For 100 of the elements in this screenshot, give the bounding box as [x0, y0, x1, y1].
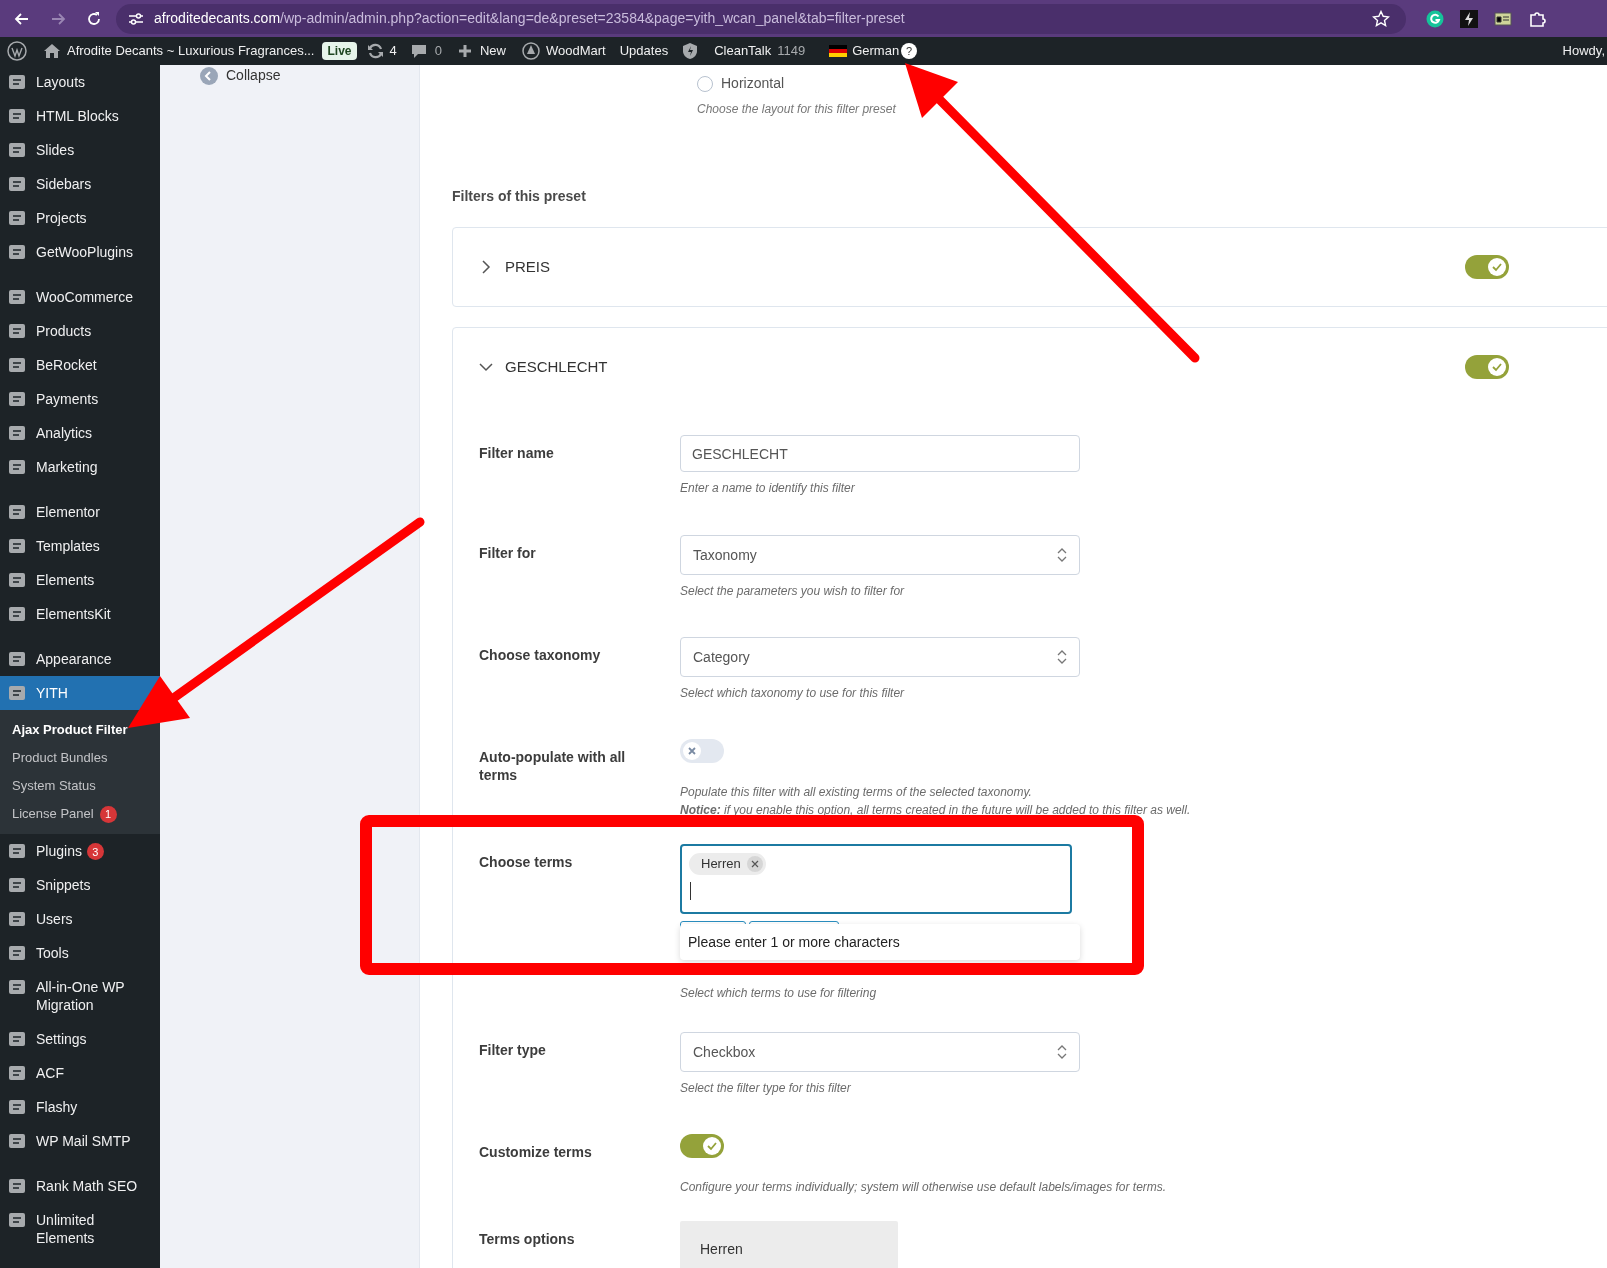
refresh-icon[interactable] [366, 43, 384, 59]
sidebar-item[interactable]: Rank Math SEO [0, 1169, 160, 1203]
site-name-link[interactable]: Afrodite Decants ~ Luxurious Fragrances... [67, 41, 315, 61]
sidebar-item[interactable]: Projects [0, 201, 160, 235]
forward-icon[interactable] [50, 10, 66, 27]
sidebar-item[interactable]: Flashy [0, 1090, 160, 1124]
sidebar-item[interactable]: Users [0, 902, 160, 936]
comment-icon[interactable] [410, 43, 427, 59]
sidebar-item[interactable]: Products [0, 314, 160, 348]
sidebar-item[interactable]: Marketing [0, 450, 160, 484]
toggle-switch[interactable] [680, 1134, 724, 1158]
field-label: Auto-populate with all terms [479, 748, 627, 784]
menu-item-icon [8, 605, 26, 623]
tree-circle-icon[interactable] [522, 42, 540, 60]
sidebar-item[interactable]: Slides [0, 133, 160, 167]
cleantalk-link[interactable]: CleanTalk [714, 41, 772, 61]
sidebar-item[interactable]: Payments [0, 382, 160, 416]
sidebar-item[interactable]: Sidebars [0, 167, 160, 201]
sidebar-item[interactable]: All-in-One WP Migration [0, 970, 160, 1022]
submenu-item[interactable]: Ajax Product Filter [0, 716, 160, 744]
sidebar-item[interactable]: WP Mail SMTP [0, 1124, 160, 1158]
menu-item-icon [8, 910, 26, 928]
radio-button[interactable] [697, 75, 713, 92]
sidebar-item[interactable]: Plugins 3 [0, 834, 160, 868]
select-field[interactable]: Checkbox [680, 1032, 1080, 1072]
menu-item-icon [8, 175, 26, 193]
remove-icon[interactable] [746, 856, 763, 872]
terms-field[interactable]: Herren [680, 844, 1072, 914]
plus-icon[interactable] [457, 44, 472, 58]
sidebar-item[interactable]: BeRocket [0, 348, 160, 382]
card-extension-icon[interactable] [1494, 10, 1512, 27]
menu-item-icon [8, 876, 26, 894]
sidebar-item[interactable]: ACF [0, 1056, 160, 1090]
home-icon[interactable] [43, 43, 61, 59]
updates-count[interactable]: 4 [389, 41, 397, 61]
toggle-switch[interactable] [1465, 255, 1509, 279]
language-switcher[interactable]: German [852, 41, 900, 61]
menu-item-icon [8, 1177, 26, 1195]
sidebar-item[interactable]: Appearance [0, 642, 160, 676]
sidebar-item[interactable]: Settings [0, 1022, 160, 1056]
chevron-icon[interactable] [479, 360, 493, 374]
sidebar-item[interactable]: Templates [0, 529, 160, 563]
url-text: afroditedecants.com/wp-admin/admin.php?action=edit&lang=de&preset=23584&page=yith_wcan_panel&tab=filter-preset [154, 9, 905, 28]
updates-link[interactable]: Updates [619, 41, 669, 61]
check-icon [1492, 262, 1502, 272]
menu-item-icon [8, 356, 26, 374]
puzzle-icon[interactable] [1528, 9, 1546, 28]
check-icon [1492, 362, 1502, 372]
field-label: Choose taxonomy [479, 646, 602, 664]
chevron-icon[interactable] [479, 260, 493, 274]
sidebar-item[interactable]: HTML Blocks [0, 99, 160, 133]
submenu-item[interactable]: Product Bundles [0, 744, 160, 772]
help-badge[interactable]: ? [901, 43, 918, 59]
hint-text: Select which taxonomy to use for this filter [680, 685, 906, 702]
collapse-link[interactable]: Collapse [200, 65, 419, 86]
field-label: Terms options [479, 1230, 576, 1248]
sidebar-item[interactable]: YITH [0, 676, 160, 710]
select-field[interactable]: Taxonomy [680, 535, 1080, 575]
sidebar-item[interactable]: Layouts [0, 65, 160, 99]
toggle-switch[interactable] [680, 739, 724, 763]
sidebar-item[interactable]: Snippets [0, 868, 160, 902]
shield-icon[interactable] [682, 42, 699, 60]
menu-item-icon [8, 73, 26, 91]
comments-count[interactable]: 0 [434, 41, 442, 61]
up-down-caret-icon [1057, 650, 1067, 664]
menu-item-icon [8, 107, 26, 125]
cleantalk-count: 1149 [777, 42, 806, 61]
woodmart-link[interactable]: WoodMart [546, 41, 606, 61]
lightning-extension-icon[interactable] [1460, 9, 1478, 28]
sidebar-item[interactable]: Unlimited Elements [0, 1203, 160, 1255]
new-link[interactable]: New [479, 41, 506, 61]
sidebar-item[interactable]: Elementor [0, 495, 160, 529]
hint-text: Configure your terms individually; system will otherwise use default labels/images for terms. [680, 1179, 1167, 1196]
sidebar-item[interactable]: Tools [0, 936, 160, 970]
select-field[interactable]: Category [680, 637, 1080, 677]
grammar-extension-icon[interactable] [1426, 9, 1444, 28]
sidebar-item[interactable]: ElementsKit [0, 597, 160, 631]
greeting-text[interactable]: Howdy, [1562, 41, 1605, 61]
address-bar[interactable]: afroditedecants.com/wp-admin/admin.php?action=edit&lang=de&preset=23584&page=yith_wcan_panel&tab=filter-preset [116, 3, 1406, 34]
term-tag[interactable]: Herren [689, 853, 766, 875]
wordpress-logo-icon[interactable] [7, 41, 27, 61]
sidebar-item[interactable]: Elements [0, 563, 160, 597]
term-option-card: Herren [680, 1221, 898, 1268]
star-icon[interactable] [1372, 9, 1390, 28]
submenu-item[interactable]: License Panel 1 [0, 800, 160, 828]
menu-item-icon [8, 571, 26, 589]
sidebar-item[interactable]: GetWooPlugins [0, 235, 160, 269]
sidebar-item[interactable]: Analytics [0, 416, 160, 450]
toggle-switch[interactable] [1465, 355, 1509, 379]
count-badge: 3 [86, 843, 104, 860]
site-settings-icon[interactable] [128, 11, 144, 26]
sidebar-item[interactable]: WooCommerce [0, 280, 160, 314]
text-field[interactable]: GESCHLECHT [680, 435, 1080, 472]
submenu-item[interactable]: System Status [0, 772, 160, 800]
menu-item-icon [8, 684, 26, 702]
reload-icon[interactable] [86, 10, 102, 27]
menu-item-icon [8, 1211, 26, 1229]
back-icon[interactable] [14, 10, 30, 27]
field-label: Filter name [479, 444, 555, 462]
search-hint-menu: Please enter 1 or more characters [680, 924, 1080, 960]
